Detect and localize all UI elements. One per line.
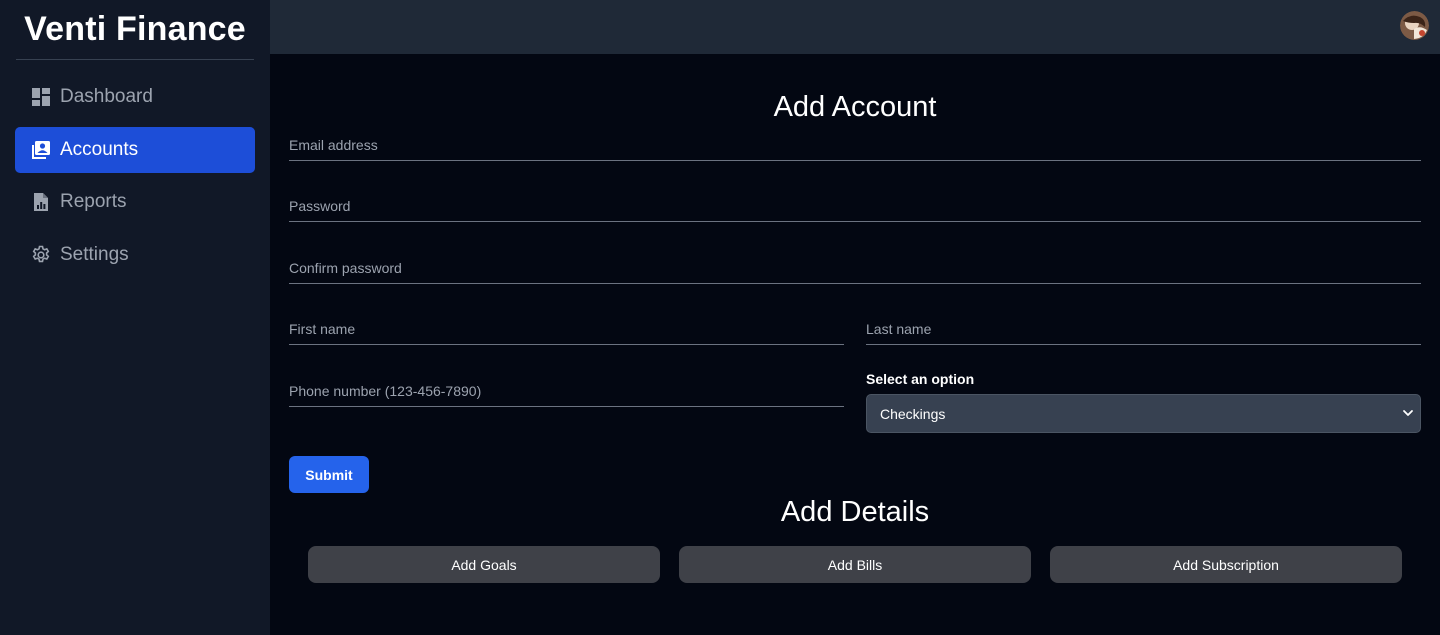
phone-field-wrapper [289,377,844,407]
dashboard-icon [31,87,51,107]
gear-icon [31,245,51,265]
password-field-wrapper [289,192,1421,222]
report-icon [31,192,51,212]
sidebar-item-accounts[interactable]: Accounts [15,126,255,173]
account-box-icon [31,140,51,160]
avatar[interactable] [1400,11,1429,40]
first-name-field[interactable] [289,315,844,343]
app-root: Venti Finance Dashboard Accounts Reports [0,0,1440,635]
confirm-password-field[interactable] [289,254,1421,282]
email-field[interactable] [289,131,1421,159]
chevron-down-icon [1402,407,1414,419]
last-name-field-wrapper [866,315,1421,345]
brand-title: Venti Finance [24,10,246,48]
sidebar-item-reports[interactable]: Reports [15,179,255,225]
sidebar-item-label: Accounts [60,138,139,160]
account-type-select[interactable]: Checkings [866,394,1421,433]
sidebar-item-label: Reports [60,191,127,212]
confirm-password-field-wrapper [289,254,1421,284]
add-subscription-button[interactable]: Add Subscription [1050,546,1402,583]
sidebar-item-label: Settings [60,243,129,265]
first-name-field-wrapper [289,315,844,345]
phone-field[interactable] [289,377,844,405]
sidebar: Venti Finance Dashboard Accounts Reports [0,0,270,635]
main-content: Add Account Select an option Checkings S… [270,54,1440,635]
add-account-title: Add Account [773,91,937,123]
sidebar-item-label: Dashboard [60,86,153,107]
password-field[interactable] [289,192,1421,220]
add-goals-button[interactable]: Add Goals [308,546,660,583]
sidebar-item-dashboard[interactable]: Dashboard [15,74,255,120]
add-bills-button[interactable]: Add Bills [679,546,1031,583]
email-field-wrapper [289,131,1421,161]
brand-divider [16,59,254,60]
sidebar-item-settings[interactable]: Settings [15,232,255,278]
select-value: Checkings [880,405,946,422]
last-name-field[interactable] [866,315,1421,343]
add-details-title: Add Details [780,496,930,528]
select-label: Select an option [866,371,975,387]
submit-button[interactable]: Submit [289,456,369,493]
top-bar [270,0,1440,54]
sidebar-nav: Dashboard Accounts Reports Settings [15,74,255,284]
